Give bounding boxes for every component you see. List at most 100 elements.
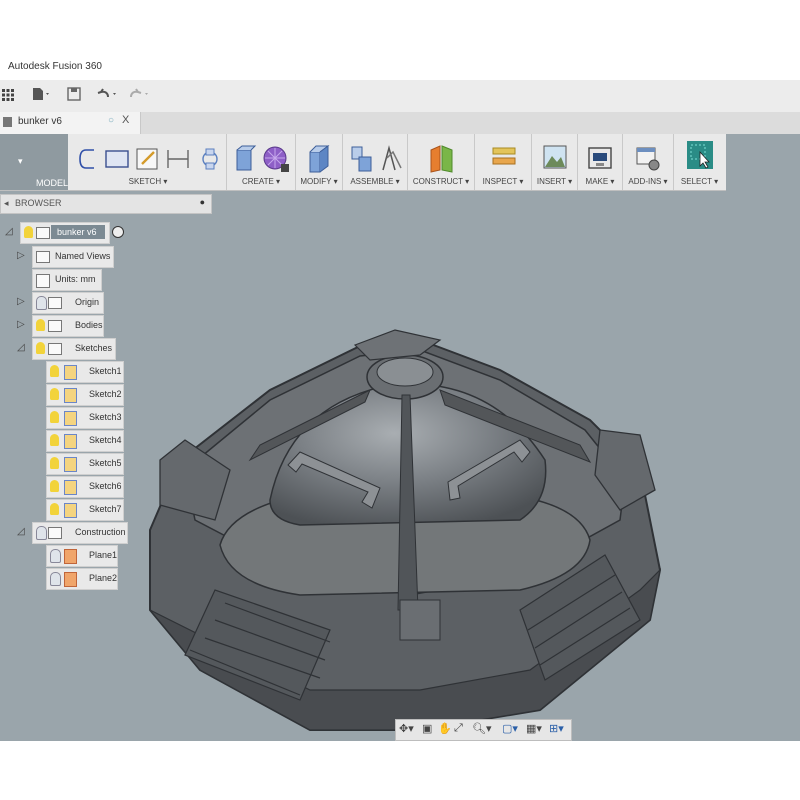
- navigation-bar: ✥▾ ▣ ✋ ⤢ 🔍︎▾ ▢▾ ▦▾ ⊞▾: [395, 719, 572, 741]
- browser-item-sketch7[interactable]: Sketch7: [46, 499, 124, 521]
- title-bar: Autodesk Fusion 360: [0, 56, 800, 80]
- undo-icon[interactable]: [96, 86, 120, 106]
- sketch-icon: [64, 411, 77, 426]
- sketch-icon: [64, 388, 77, 403]
- construct-menu[interactable]: CONSTRUCT ▾: [408, 177, 474, 186]
- visibility-bulb-icon[interactable]: [50, 388, 59, 400]
- modify-group[interactable]: MODIFY ▾: [296, 134, 343, 190]
- visibility-bulb-icon[interactable]: [50, 503, 59, 515]
- expand-arrow-icon[interactable]: ▷: [17, 250, 25, 261]
- folder-icon: [48, 297, 62, 309]
- toolbar-ribbon: MODEL ▾ SKETCH ▾ CREATE ▾ MODIFY ▾ ASSEM…: [0, 134, 800, 191]
- browser-item-sketch3[interactable]: Sketch3: [46, 407, 124, 429]
- plane-icon: [64, 572, 77, 587]
- grid-icon[interactable]: [2, 86, 14, 106]
- visibility-bulb-icon[interactable]: [50, 572, 61, 586]
- sketch-icon: [64, 503, 77, 518]
- document-icon: [36, 227, 50, 239]
- fusion-window: Autodesk Fusion 360 bunker v6 ○ X MODEL …: [0, 56, 800, 741]
- visibility-bulb-icon[interactable]: [50, 457, 59, 469]
- collapse-browser-icon[interactable]: ◂: [4, 198, 9, 209]
- modify-menu[interactable]: MODIFY ▾: [296, 177, 342, 186]
- create-menu[interactable]: CREATE ▾: [227, 177, 295, 186]
- folder-icon: [48, 343, 62, 355]
- pan-icon[interactable]: ✋: [438, 722, 452, 735]
- grid-settings-icon[interactable]: ▦▾: [526, 722, 542, 735]
- file-icon[interactable]: [32, 86, 50, 106]
- inspect-menu[interactable]: INSPECT ▾: [475, 177, 531, 186]
- insert-menu[interactable]: INSERT ▾: [532, 177, 577, 186]
- make-group[interactable]: MAKE ▾: [578, 134, 623, 190]
- sync-icon: ○: [108, 115, 115, 126]
- look-at-icon[interactable]: ▣: [422, 722, 432, 735]
- sketch-icon: [64, 480, 77, 495]
- document-icon: [36, 274, 50, 288]
- select-menu[interactable]: SELECT ▾: [674, 177, 725, 186]
- add-ins-menu[interactable]: ADD-INS ▾: [623, 177, 673, 186]
- close-tab-button[interactable]: X: [122, 114, 129, 126]
- save-icon[interactable]: [67, 86, 81, 106]
- visibility-bulb-icon[interactable]: [36, 296, 47, 310]
- document-tab[interactable]: bunker v6 ○ X: [0, 112, 141, 134]
- browser-pin-icon[interactable]: ●: [200, 197, 205, 207]
- select-group[interactable]: SELECT ▾: [674, 134, 725, 190]
- browser-item-plane1[interactable]: Plane1: [46, 545, 118, 567]
- expand-arrow-icon[interactable]: ▷: [17, 319, 25, 330]
- browser-panel-header[interactable]: ◂ BROWSER ●: [0, 194, 212, 214]
- browser-item-bodies[interactable]: ▷ Bodies: [17, 315, 104, 337]
- display-settings-icon[interactable]: ▢▾: [502, 722, 518, 735]
- visibility-bulb-icon[interactable]: [50, 480, 59, 492]
- assemble-menu[interactable]: ASSEMBLE ▾: [343, 177, 407, 186]
- window-title: Autodesk Fusion 360: [8, 61, 102, 72]
- collapse-arrow-icon[interactable]: ◿: [17, 526, 25, 537]
- browser-item-origin[interactable]: ▷ Origin: [17, 292, 104, 314]
- make-menu[interactable]: MAKE ▾: [578, 177, 622, 186]
- quick-access-toolbar: [0, 80, 800, 113]
- activate-component-icon[interactable]: [112, 226, 124, 238]
- workspace-switcher[interactable]: MODEL ▾: [0, 134, 68, 190]
- document-icon: [3, 117, 12, 127]
- sketch-icon: [64, 434, 77, 449]
- zoom-window-icon[interactable]: 🔍︎▾: [472, 722, 492, 735]
- inspect-group[interactable]: INSPECT ▾: [475, 134, 532, 190]
- browser-item-sketch6[interactable]: Sketch6: [46, 476, 124, 498]
- document-tab-label: bunker v6: [18, 116, 62, 127]
- zoom-icon[interactable]: ⤢: [454, 722, 463, 735]
- browser-item-sketch4[interactable]: Sketch4: [46, 430, 124, 452]
- sketch-group[interactable]: SKETCH ▾: [70, 134, 227, 190]
- redo-icon[interactable]: [128, 86, 152, 106]
- browser-item-plane2[interactable]: Plane2: [46, 568, 118, 590]
- viewports-icon[interactable]: ⊞▾: [549, 722, 564, 735]
- collapse-arrow-icon[interactable]: ◿: [5, 226, 13, 237]
- browser-root[interactable]: ◿ bunker v6: [5, 222, 110, 244]
- browser-item-sketch5[interactable]: Sketch5: [46, 453, 124, 475]
- workspace-label: MODEL: [36, 178, 69, 188]
- browser-item-construction[interactable]: ◿ Construction: [17, 522, 128, 544]
- sketch-icon: [64, 457, 77, 472]
- visibility-bulb-icon[interactable]: [50, 549, 61, 563]
- sketch-menu[interactable]: SKETCH ▾: [70, 177, 226, 186]
- visibility-bulb-icon[interactable]: [50, 434, 59, 446]
- collapse-arrow-icon[interactable]: ◿: [17, 342, 25, 353]
- visibility-bulb-icon[interactable]: [36, 319, 45, 331]
- visibility-bulb-icon[interactable]: [36, 342, 45, 354]
- browser-item-sketch2[interactable]: Sketch2: [46, 384, 124, 406]
- browser-item-sketch1[interactable]: Sketch1: [46, 361, 124, 383]
- assemble-group[interactable]: ASSEMBLE ▾: [343, 134, 408, 190]
- orbit-icon[interactable]: ✥▾: [399, 722, 414, 735]
- browser-item-units[interactable]: Units: mm: [32, 269, 102, 291]
- construct-group[interactable]: CONSTRUCT ▾: [408, 134, 475, 190]
- root-label: bunker v6: [57, 227, 97, 237]
- add-ins-group[interactable]: ADD-INS ▾: [623, 134, 674, 190]
- insert-group[interactable]: INSERT ▾: [532, 134, 578, 190]
- visibility-bulb-icon[interactable]: [36, 526, 47, 540]
- visibility-bulb-icon[interactable]: [50, 411, 59, 423]
- sketch-icon: [64, 365, 77, 380]
- expand-arrow-icon[interactable]: ▷: [17, 296, 25, 307]
- visibility-bulb-icon[interactable]: [24, 226, 33, 238]
- browser-item-named-views[interactable]: ▷ Named Views: [17, 246, 114, 268]
- browser-item-sketches[interactable]: ◿ Sketches: [17, 338, 116, 360]
- create-group[interactable]: CREATE ▾: [227, 134, 296, 190]
- plane-icon: [64, 549, 77, 564]
- visibility-bulb-icon[interactable]: [50, 365, 59, 377]
